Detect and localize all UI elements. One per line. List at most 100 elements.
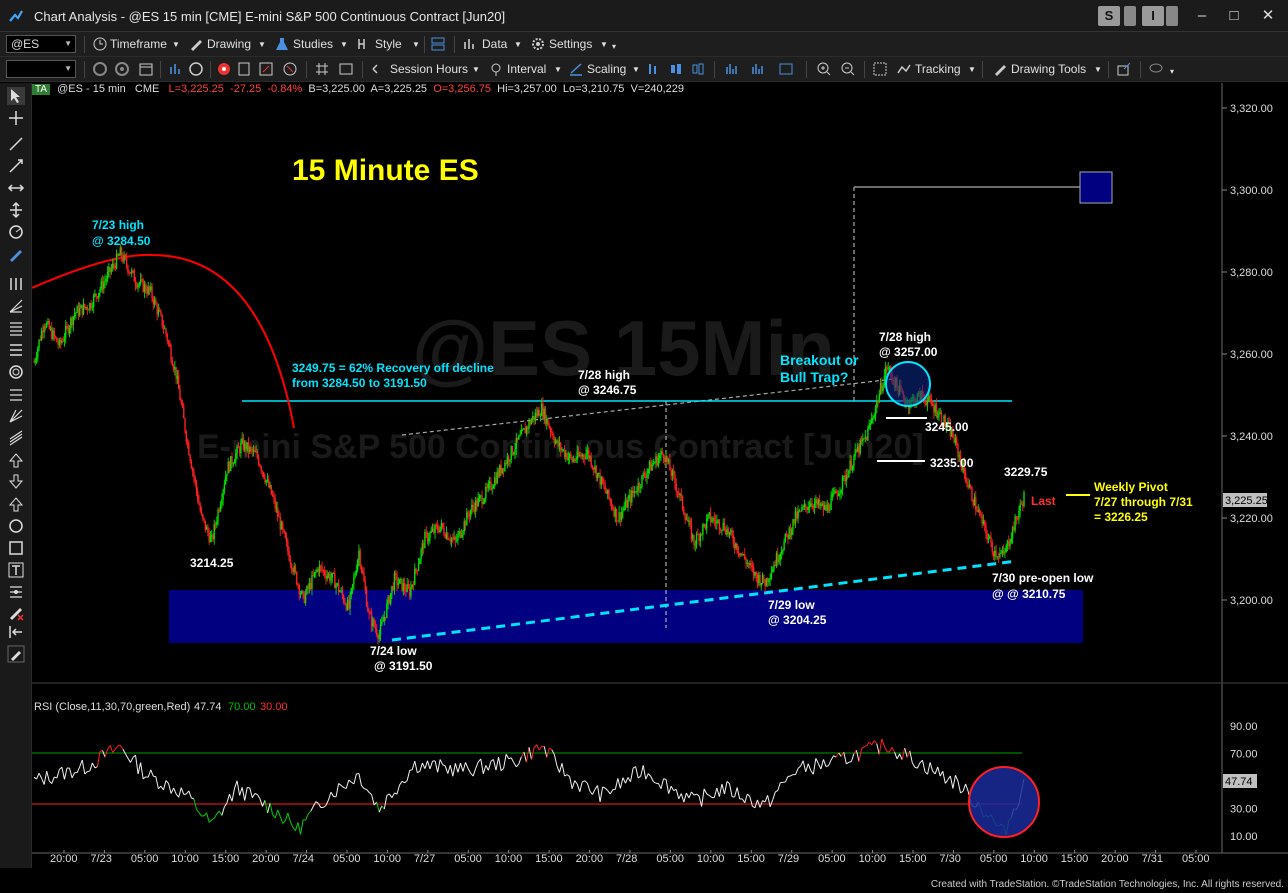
candle-chart-icon[interactable] (668, 61, 684, 77)
style-menu[interactable]: Style (375, 37, 402, 51)
high-723-value[interactable]: @ 3284.50 (92, 234, 151, 248)
zoom-out-icon[interactable] (840, 61, 856, 77)
windows-link-icon[interactable] (430, 36, 446, 52)
drawing-tools-menu[interactable]: Drawing Tools (1011, 62, 1086, 76)
high-728a-value[interactable]: @ 3246.75 (578, 383, 637, 397)
crosshair-icon[interactable] (7, 109, 25, 127)
speed-line-icon[interactable] (7, 223, 25, 241)
grid-icon[interactable] (314, 61, 330, 77)
symbol-input[interactable]: @ES ▼ (6, 35, 76, 53)
minimize-button[interactable]: – (1190, 6, 1214, 26)
low-729-label[interactable]: 7/29 low (768, 598, 815, 612)
text-icon[interactable] (7, 561, 25, 579)
arrow-down-icon[interactable] (7, 473, 25, 491)
i-link-dropdown[interactable] (1166, 6, 1178, 26)
s-link-button[interactable]: S (1098, 6, 1120, 26)
pointer-icon[interactable] (7, 87, 25, 105)
price-axis[interactable]: 3,320.00 3,300.00 3,280.00 3,260.00 3,240.00… (1222, 103, 1273, 607)
level-3214-label[interactable]: 3214.25 (190, 556, 234, 570)
low-729-value[interactable]: @ 3204.25 (768, 613, 827, 627)
fib-circle-icon[interactable] (7, 363, 25, 381)
price-marker-icon[interactable] (7, 583, 25, 601)
maximize-button[interactable]: □ (1222, 6, 1246, 26)
overflow-icon[interactable]: ▾ (612, 42, 616, 51)
recovery-label[interactable]: 3249.75 = 62% Recovery off decline (292, 361, 494, 375)
collapse-icon[interactable] (7, 623, 25, 641)
edit-icon[interactable] (258, 61, 274, 77)
settings-menu[interactable]: Settings (549, 37, 592, 51)
ellipse-icon[interactable] (7, 517, 25, 535)
refresh-icon[interactable] (114, 61, 130, 77)
chart-bars-icon[interactable] (168, 61, 184, 77)
level-3229-label[interactable]: 3229.75 (1004, 465, 1048, 479)
i-link-button[interactable]: I (1142, 6, 1164, 26)
chart-area[interactable]: @ES 15Min E-mini S&P 500 Continuous Cont… (32, 83, 1288, 893)
level-3235-label[interactable]: 3235.00 (930, 456, 974, 470)
time-axis[interactable]: 20:00 7/23 05:00 10:00 15:00 20:00 7/24 05:00 10… (50, 850, 1210, 865)
rectangle-icon[interactable] (7, 539, 25, 557)
trendline-icon[interactable] (7, 135, 25, 153)
weekly-pivot-value[interactable]: = 3226.25 (1094, 510, 1148, 524)
pencil-icon[interactable] (7, 245, 25, 263)
bar-chart-icon[interactable] (646, 61, 662, 77)
horizontal-line-icon[interactable] (7, 275, 25, 293)
s-link-dropdown[interactable] (1124, 6, 1136, 26)
delete-drawing-icon[interactable] (7, 603, 25, 621)
fib-time-icon[interactable] (7, 341, 25, 359)
high-728b-value[interactable]: @ 3257.00 (879, 345, 938, 359)
recovery-range[interactable]: from 3284.50 to 3191.50 (292, 376, 427, 390)
price-chart-canvas[interactable]: @ES 15Min E-mini S&P 500 Continuous Cont… (32, 83, 1288, 893)
breakout-circle[interactable] (885, 361, 931, 407)
interval-menu[interactable]: Interval (507, 62, 546, 76)
target-box[interactable] (1079, 171, 1113, 204)
remove-icon[interactable] (282, 61, 298, 77)
edit-drawing-icon[interactable] (7, 645, 25, 663)
vertical-arrows-icon[interactable] (7, 201, 25, 219)
low-724-label[interactable]: 7/24 low (370, 644, 417, 658)
weekly-pivot-label[interactable]: Weekly Pivot (1094, 480, 1168, 494)
order-ticket-icon[interactable] (236, 61, 252, 77)
alert-icon[interactable] (216, 61, 232, 77)
tracking-menu[interactable]: Tracking (915, 62, 961, 76)
ta-badge[interactable]: TA (32, 84, 51, 95)
gann-fan-icon[interactable] (7, 297, 25, 315)
regression-icon[interactable] (7, 429, 25, 447)
andrews-pitchfork-icon[interactable] (7, 407, 25, 425)
calendar-icon[interactable] (138, 61, 154, 77)
low-730-label[interactable]: 7/30 pre-open low (992, 571, 1094, 585)
breakout-question[interactable]: Breakout or (780, 352, 859, 368)
tick-icon[interactable] (750, 61, 766, 77)
ray-icon[interactable] (7, 157, 25, 175)
interval-input[interactable]: ▼ (6, 60, 76, 78)
rsi-highlight-circle[interactable] (968, 766, 1040, 838)
shortcut-icon[interactable] (338, 61, 354, 77)
level-3245-label[interactable]: 3245.00 (925, 420, 969, 434)
chart-title-annotation[interactable]: 15 Minute ES (292, 154, 479, 187)
volume-icon[interactable] (724, 61, 740, 77)
bull-trap-question[interactable]: Bull Trap? (780, 369, 848, 385)
fib-icon[interactable] (7, 319, 25, 337)
cycle-icon[interactable] (188, 61, 204, 77)
zoom-circle-icon[interactable] (92, 61, 108, 77)
session-hours-menu[interactable]: Session Hours (390, 62, 468, 76)
close-button[interactable]: ✕ (1256, 6, 1280, 26)
timeframe-menu[interactable]: Timeframe (110, 37, 167, 51)
rsi-label[interactable]: RSI (Close,11,30,70,green,Red) (34, 701, 190, 713)
high-728b-label[interactable]: 7/28 high (879, 330, 931, 344)
arrow-up-outline-icon[interactable] (7, 495, 25, 513)
layout-icon[interactable] (778, 61, 794, 77)
hollow-candle-icon[interactable] (690, 61, 706, 77)
high-728a-label[interactable]: 7/28 high (578, 368, 630, 382)
data-menu[interactable]: Data (482, 37, 507, 51)
low-724-value[interactable]: @ 3191.50 (374, 659, 433, 673)
horizontal-arrows-icon[interactable] (7, 179, 25, 197)
export-icon[interactable] (1116, 61, 1132, 77)
drawing-menu[interactable]: Drawing (207, 37, 251, 51)
chat-icon[interactable] (1148, 61, 1164, 77)
zoom-in-icon[interactable] (816, 61, 832, 77)
grid-view-icon[interactable] (872, 61, 888, 77)
weekly-pivot-range[interactable]: 7/27 through 7/31 (1094, 495, 1193, 509)
rounding-top-arc[interactable] (32, 253, 295, 429)
overflow-icon[interactable]: ▾ (1170, 67, 1174, 76)
scaling-menu[interactable]: Scaling (587, 62, 626, 76)
